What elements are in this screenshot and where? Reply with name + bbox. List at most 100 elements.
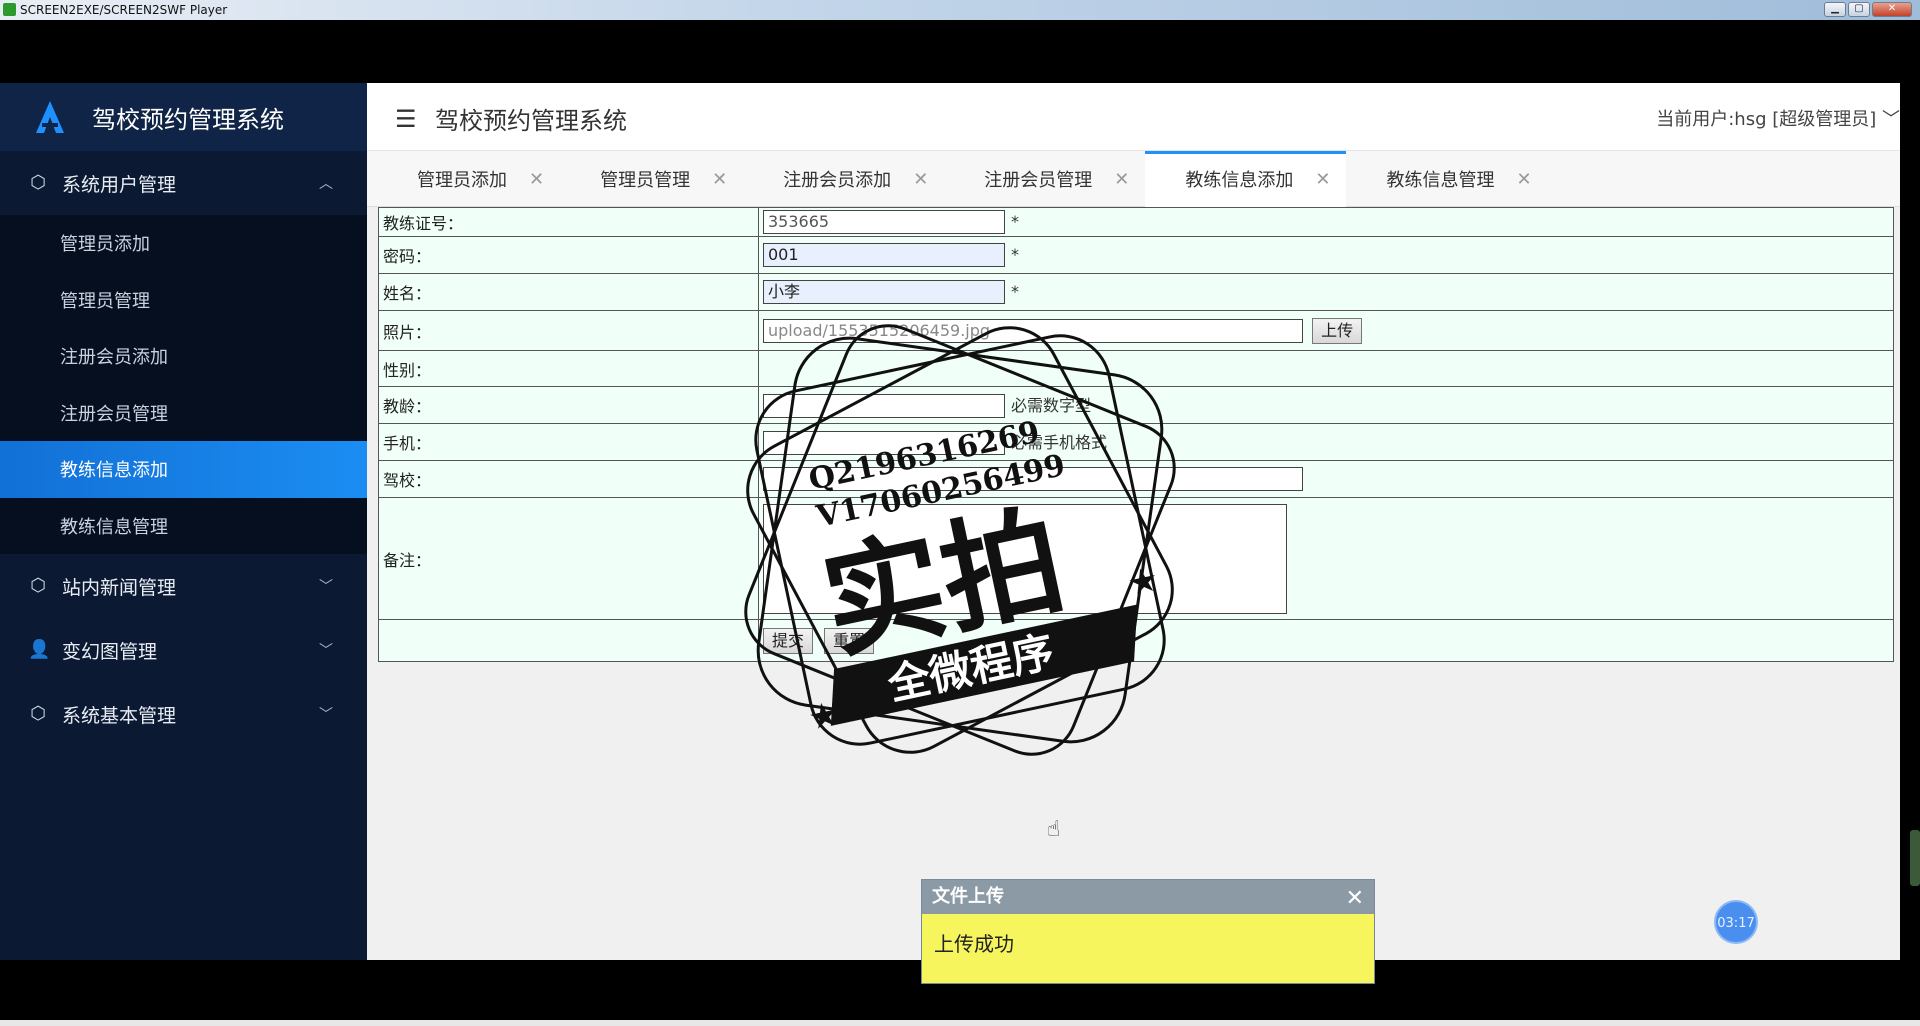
close-icon[interactable]: ✕: [712, 169, 727, 190]
password-label: 密码：: [378, 236, 759, 274]
form-row: 照片： upload/1553515206459.jpg 上传: [378, 310, 1894, 351]
phone-label: 手机：: [378, 423, 759, 461]
close-icon[interactable]: ✕: [913, 169, 928, 190]
bottom-strip: [0, 1020, 1920, 1026]
phone-hint: 必需手机格式: [1011, 432, 1108, 452]
toast-message: 上传成功: [934, 932, 1014, 956]
menu-icon[interactable]: ☰: [395, 105, 417, 133]
required-mark: *: [1011, 244, 1019, 264]
toast-title: 文件上传: [932, 886, 1004, 907]
submit-button[interactable]: 提交: [763, 627, 814, 654]
form-cell: 001 *: [758, 236, 1894, 274]
required-mark: *: [1011, 211, 1019, 231]
gender-label: 性别：: [378, 350, 759, 387]
sidebar-item-label: 教练信息管理: [60, 516, 168, 538]
form-cell: upload/1553515206459.jpg 上传: [758, 310, 1894, 351]
sidebar-group-carousel[interactable]: 👤 变幻图管理 ﹀: [0, 618, 367, 682]
maximize-icon[interactable]: ▢: [1848, 2, 1870, 17]
form-row: 提交 重置: [378, 619, 1894, 662]
close-icon[interactable]: ✕: [1516, 169, 1531, 190]
chevron-down-icon: ﹀: [319, 643, 333, 659]
school-label: 驾校：: [378, 460, 759, 498]
tab-admin-manage[interactable]: 管理员管理 ✕: [560, 151, 743, 207]
sidebar-item-coach-add[interactable]: 教练信息添加: [0, 441, 367, 498]
photo-path-input[interactable]: upload/1553515206459.jpg: [763, 318, 1303, 343]
form-row: 教龄： 必需数字型: [378, 386, 1894, 424]
app-icon: [3, 3, 16, 16]
sidebar-item-label: 管理员管理: [60, 290, 150, 312]
side-indicator: [1910, 830, 1920, 886]
close-icon[interactable]: ✕: [1114, 169, 1129, 190]
window-controls: ▁ ▢ ✕: [1824, 2, 1912, 17]
required-mark: *: [1011, 281, 1019, 301]
sidebar-group-system-users[interactable]: ⬡ 系统用户管理 ︿: [0, 151, 367, 215]
form-cell: [758, 497, 1894, 620]
close-icon[interactable]: ✕: [529, 169, 544, 190]
tab-bar: 管理员添加 ✕ 管理员管理 ✕ 注册会员添加 ✕ 注册会员管理 ✕ 教练信息添加 ✕ 教练…: [367, 151, 1900, 207]
close-icon[interactable]: ✕: [1872, 2, 1912, 17]
tab-label: 注册会员添加: [783, 170, 892, 191]
sidebar: 驾校预约管理系统 ⬡ 系统用户管理 ︿ 管理员添加 管理员管理 注册会员添加 注…: [0, 83, 367, 960]
content-area: 教练证号： 353665 * 密码： 001 * 姓名： 小李 * 照片： up…: [367, 207, 1900, 960]
sidebar-item-admin-manage[interactable]: 管理员管理: [0, 272, 367, 329]
name-input[interactable]: 小李: [763, 280, 1005, 304]
sidebar-group-label: 系统基本管理: [62, 704, 177, 727]
page-title: 驾校预约管理系统: [435, 107, 627, 135]
school-input[interactable]: [763, 467, 1303, 491]
chevron-down-icon: ﹀: [319, 579, 333, 595]
sidebar-submenu: 管理员添加 管理员管理 注册会员添加 注册会员管理 教练信息添加 教练信息管理: [0, 215, 367, 554]
cube-icon: ⬡: [30, 172, 46, 193]
tab-label: 管理员管理: [600, 170, 691, 191]
logo-icon: [36, 101, 64, 133]
sidebar-item-admin-add[interactable]: 管理员添加: [0, 215, 367, 272]
sidebar-group-label: 系统用户管理: [62, 173, 177, 196]
sidebar-group-news[interactable]: ⬡ 站内新闻管理 ﹀: [0, 554, 367, 618]
form-row: 手机： 必需手机格式: [378, 423, 1894, 461]
remarks-textarea[interactable]: [763, 503, 1287, 614]
tab-label: 管理员添加: [417, 170, 507, 191]
tab-member-manage[interactable]: 注册会员管理 ✕: [944, 151, 1145, 207]
form-row: 性别：: [378, 350, 1894, 387]
photo-label: 照片：: [378, 310, 759, 351]
form-row: 密码： 001 *: [378, 236, 1894, 274]
experience-input[interactable]: [763, 394, 1005, 419]
chevron-down-icon: ﹀: [319, 707, 333, 723]
sidebar-group-system-basic[interactable]: ⬡ 系统基本管理 ﹀: [0, 682, 367, 746]
form-cell: 小李 *: [758, 273, 1894, 311]
sidebar-group-label: 站内新闻管理: [62, 576, 177, 599]
tab-coach-add[interactable]: 教练信息添加 ✕: [1145, 151, 1347, 207]
tab-admin-add[interactable]: 管理员添加 ✕: [377, 151, 560, 207]
coach-id-input[interactable]: 353665: [763, 210, 1005, 234]
tab-label: 教练信息添加: [1185, 170, 1294, 191]
sidebar-item-member-add[interactable]: 注册会员添加: [0, 328, 367, 385]
reset-button[interactable]: 重置: [824, 627, 875, 654]
close-icon[interactable]: ✕: [1346, 882, 1364, 916]
toast-header: 文件上传 ✕: [922, 880, 1374, 914]
experience-hint: 必需数字型: [1011, 395, 1092, 415]
sidebar-item-label: 管理员添加: [60, 234, 150, 256]
form-row: 驾校：: [378, 460, 1894, 498]
upload-button[interactable]: 上传: [1312, 317, 1363, 344]
form-row: 备注：: [378, 497, 1894, 620]
close-icon[interactable]: ✕: [1315, 169, 1330, 190]
player-titlebar: SCREEN2EXE/SCREEN2SWF Player ▁ ▢ ✕: [0, 0, 1920, 20]
gender-cell[interactable]: [758, 350, 1894, 387]
brand-title: 驾校预约管理系统: [92, 105, 284, 134]
upload-toast: 文件上传 ✕ 上传成功: [921, 879, 1375, 984]
minimize-icon[interactable]: ▁: [1824, 2, 1846, 17]
form-cell: [758, 460, 1894, 498]
remarks-label: 备注：: [378, 497, 759, 620]
hand-cursor-icon: ☝: [1047, 817, 1061, 842]
sidebar-item-coach-manage[interactable]: 教练信息管理: [0, 498, 367, 555]
password-input[interactable]: 001: [763, 243, 1005, 267]
form-row: 姓名： 小李 *: [378, 273, 1894, 311]
tab-member-add[interactable]: 注册会员添加 ✕: [743, 151, 944, 207]
phone-input[interactable]: [763, 431, 1005, 456]
tab-label: 教练信息管理: [1386, 170, 1495, 191]
sidebar-item-member-manage[interactable]: 注册会员管理: [0, 385, 367, 442]
tab-coach-manage[interactable]: 教练信息管理 ✕: [1346, 151, 1547, 207]
form-cell: 必需数字型: [758, 386, 1894, 424]
coach-id-label: 教练证号：: [378, 207, 759, 237]
current-user-dropdown[interactable]: 当前用户:hsg [超级管理员] ﹀: [1656, 105, 1900, 131]
top-header: ☰ 驾校预约管理系统 当前用户:hsg [超级管理员] ﹀: [367, 83, 1900, 151]
